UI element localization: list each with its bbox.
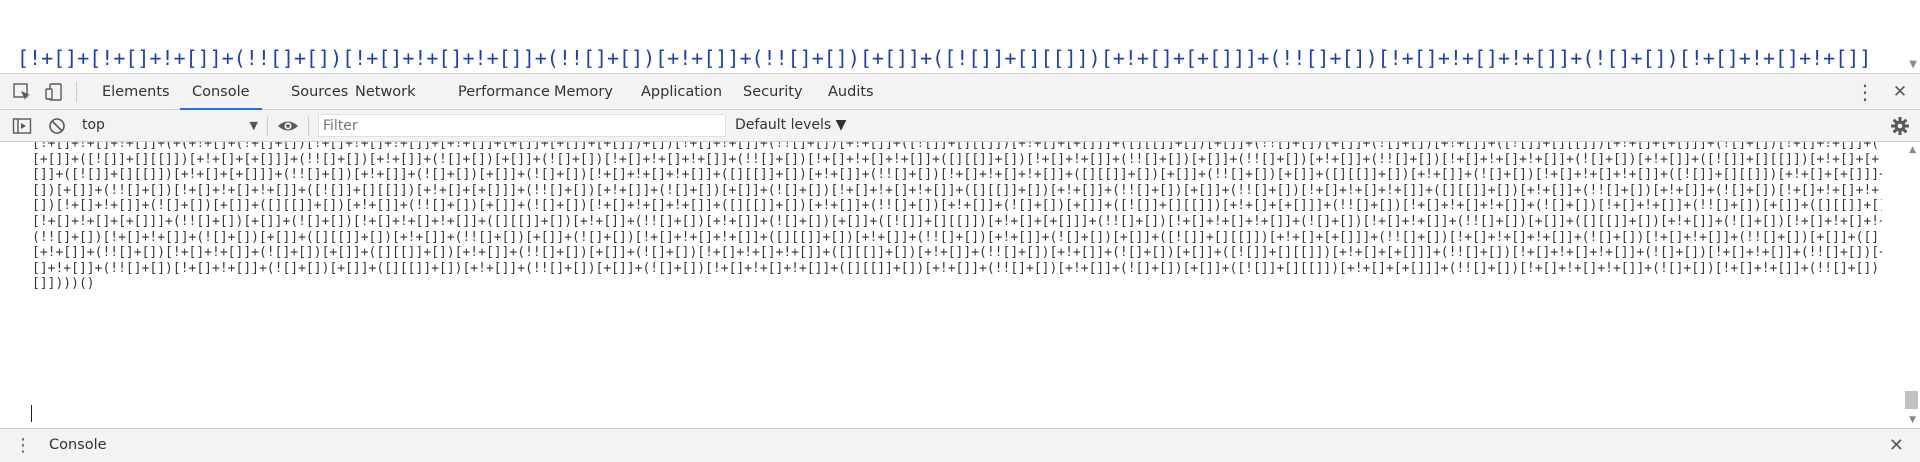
toolbar-divider <box>76 82 77 102</box>
scroll-up-arrow-icon[interactable]: ▲ <box>1909 145 1916 155</box>
scrollbar-thumb[interactable] <box>1905 391 1918 409</box>
chevron-down-icon: ▼ <box>249 119 258 132</box>
console-message-line: [!+[]+!+[]+!+[]]+(+(+!+[]+(!+[]+[])[!+[]… <box>32 142 1882 151</box>
page-content-text: [!+[]+[!+[]+!+[]]+(!![]+[])[!+[]+!+[]+!+… <box>17 0 1877 73</box>
console-message-line: [+!+[]]+(!![]+[])[!+[]+!+[]]+(![]+[])[+[… <box>32 245 1882 261</box>
live-expression-eye-icon[interactable] <box>277 116 298 136</box>
devtools-tab-bar: Elements Console Sources Network Perform… <box>0 73 1920 110</box>
execution-context-value: top <box>82 117 105 133</box>
close-drawer-icon[interactable]: ✕ <box>1889 429 1904 462</box>
show-sidebar-icon[interactable] <box>12 116 32 136</box>
close-devtools-icon[interactable]: ✕ <box>1888 74 1912 110</box>
console-prompt-input[interactable] <box>31 405 32 422</box>
tab-application[interactable]: Application <box>629 74 734 110</box>
browser-window: [!+[]+[!+[]+!+[]]+(!![]+[])[!+[]+!+[]+!+… <box>0 0 1920 462</box>
page-text-line: [!+[]+[!+[]+!+[]]+(!![]+[])[!+[]+!+[]+!+… <box>17 46 1872 70</box>
console-scrollbar[interactable]: ▲ ▼ <box>1903 142 1920 428</box>
tab-audits[interactable]: Audits <box>816 74 886 110</box>
scroll-down-arrow-icon[interactable]: ▼ <box>1909 59 1917 70</box>
console-message-line: []]+([![]]+[][[]])[+!+[]+[+[]]]+(!![]+[]… <box>32 167 1882 183</box>
console-message-line: (!![]+[])[!+[]+!+[]]+(![]+[])[+[]]+([][[… <box>32 229 1882 245</box>
gear-icon[interactable] <box>1890 116 1910 136</box>
page-scrollbar[interactable]: ▼ <box>1903 0 1920 73</box>
console-message-line: [!+[]+!+[]+[+[]]]+(!![]+[])[+[]]+(![]+[]… <box>32 213 1882 229</box>
device-toolbar-icon[interactable] <box>44 82 64 102</box>
tab-memory[interactable]: Memory <box>542 74 625 110</box>
console-message-line: [])[!+[]+!+[]]+(![]+[])[+[]]+([][[]]+[])… <box>32 198 1882 214</box>
console-message: [!+[]+!+[]+!+[]]+(+(+!+[]+(!+[]+[])[!+[]… <box>32 142 1882 292</box>
console-output[interactable]: [!+[]+!+[]+!+[]]+(+(+!+[]+(!+[]+[])[!+[]… <box>0 142 1920 428</box>
drawer-tab-console[interactable]: Console <box>49 429 107 462</box>
clear-console-icon[interactable] <box>47 116 67 136</box>
console-message-line: []])))() <box>32 276 95 292</box>
console-toolbar: top ▼ Default levels ▼ <box>0 110 1920 142</box>
page-viewport: [!+[]+[!+[]+!+[]]+(!![]+[])[!+[]+!+[]+!+… <box>0 0 1920 73</box>
toolbar-divider <box>267 116 268 136</box>
execution-context-select[interactable]: top ▼ <box>82 114 258 137</box>
toolbar-divider <box>308 116 309 136</box>
inspect-element-icon[interactable] <box>12 82 32 102</box>
console-message-line: []+!+[]]+(!![]+[])[!+[]+!+[]]+(![]+[])[+… <box>32 260 1882 276</box>
more-options-icon[interactable]: ⋮ <box>1853 74 1877 110</box>
tab-security[interactable]: Security <box>731 74 815 110</box>
tab-console[interactable]: Console <box>180 74 262 110</box>
drawer-tab-bar: ⋮ Console ✕ <box>0 428 1920 462</box>
scroll-down-arrow-icon[interactable]: ▼ <box>1909 415 1916 425</box>
log-levels-dropdown[interactable]: Default levels ▼ <box>735 114 846 137</box>
console-message-line: [])[+[]]+(!![]+[])[!+[]+!+[]+!+[]]+([![]… <box>32 182 1882 198</box>
tab-elements[interactable]: Elements <box>90 74 182 110</box>
tab-network[interactable]: Network <box>343 74 428 110</box>
drawer-menu-icon[interactable]: ⋮ <box>14 429 32 462</box>
console-message-line: [+[]]+([![]]+[][[]])[+!+[]+[+[]]]+(!![]+… <box>32 151 1882 167</box>
console-filter-input[interactable] <box>318 114 726 137</box>
